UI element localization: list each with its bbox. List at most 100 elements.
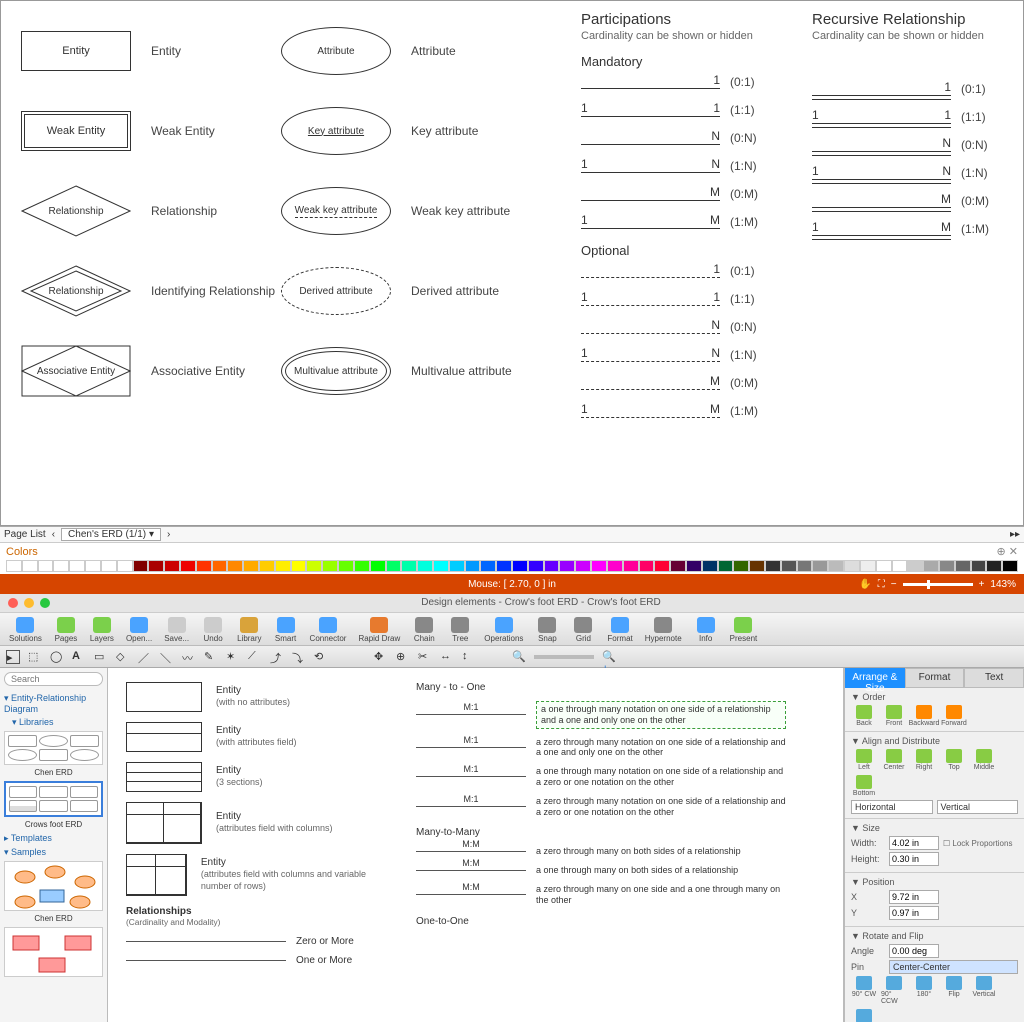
color-swatch[interactable] <box>765 560 781 572</box>
horizontal-button[interactable]: Horizontal <box>851 1009 877 1022</box>
toolbar-info-button[interactable]: Info <box>689 615 723 645</box>
color-swatch[interactable] <box>749 560 765 572</box>
crowsfoot-canvas[interactable]: Entity(with no attributes) Entity(with a… <box>108 668 844 1022</box>
vertical-select[interactable]: Vertical <box>937 800 1019 814</box>
color-swatch[interactable] <box>670 560 686 572</box>
tab-text[interactable]: Text <box>964 668 1024 688</box>
color-swatch[interactable] <box>718 560 734 572</box>
180--button[interactable]: 180° <box>911 976 937 1005</box>
color-swatch[interactable] <box>38 560 54 572</box>
color-swatch-strip[interactable] <box>0 560 1024 574</box>
horizontal-select[interactable]: Horizontal <box>851 800 933 814</box>
toolbar-connector-button[interactable]: Connector <box>305 615 352 645</box>
one-or-more-line[interactable]: One or More <box>126 955 386 966</box>
color-swatch[interactable] <box>971 560 987 572</box>
chen-erd-canvas[interactable]: Entity Entity Attribute Attribute Weak E… <box>0 0 1024 526</box>
toolbar-layers-button[interactable]: Layers <box>85 615 119 645</box>
color-swatch[interactable] <box>797 560 813 572</box>
toolbar-snap-button[interactable]: Snap <box>530 615 564 645</box>
toolbar-solutions-button[interactable]: Solutions <box>4 615 47 645</box>
panel-tabs[interactable]: Arrange & Size Format Text <box>845 668 1024 688</box>
color-swatch[interactable] <box>844 560 860 572</box>
front-button[interactable]: Front <box>881 705 907 727</box>
color-swatch[interactable] <box>354 560 370 572</box>
vertical-button[interactable]: Vertical <box>971 976 997 1005</box>
color-swatch[interactable] <box>196 560 212 572</box>
toolbar-present-button[interactable]: Present <box>725 615 763 645</box>
backward-button[interactable]: Backward <box>911 705 937 727</box>
color-swatch[interactable] <box>939 560 955 572</box>
x-input[interactable] <box>889 890 939 904</box>
cardinality-row[interactable]: 1 (0:1) <box>812 82 1003 96</box>
relationship-line[interactable]: M:M a zero through many on both sides of… <box>416 846 825 857</box>
color-swatch[interactable] <box>243 560 259 572</box>
sidebar-libraries[interactable]: ▾ Libraries <box>4 717 103 728</box>
relationship-line[interactable]: M:1 a one through many notation on one s… <box>416 766 825 788</box>
color-swatch[interactable] <box>227 560 243 572</box>
color-swatch[interactable] <box>876 560 892 572</box>
color-swatch[interactable] <box>148 560 164 572</box>
cardinality-row[interactable]: N (0:N) <box>581 131 772 145</box>
color-swatch[interactable] <box>85 560 101 572</box>
attribute-shape[interactable]: Attribute <box>281 27 391 75</box>
bottom-button[interactable]: Bottom <box>851 775 877 797</box>
cardinality-row[interactable]: N (0:N) <box>812 138 1003 152</box>
color-swatch[interactable] <box>923 560 939 572</box>
color-swatch[interactable] <box>133 560 149 572</box>
color-swatch[interactable] <box>512 560 528 572</box>
color-swatch[interactable] <box>496 560 512 572</box>
page-prev-button[interactable]: ‹ <box>52 529 55 540</box>
color-swatch[interactable] <box>607 560 623 572</box>
color-swatch[interactable] <box>654 560 670 572</box>
color-swatch[interactable] <box>22 560 38 572</box>
relationship-line[interactable]: M:M a one through many on both sides of … <box>416 865 825 876</box>
color-swatch[interactable] <box>180 560 196 572</box>
toolbar-rapid-draw-button[interactable]: Rapid Draw <box>353 615 405 645</box>
width-input[interactable] <box>889 836 939 850</box>
back-button[interactable]: Back <box>851 705 877 727</box>
color-swatch[interactable] <box>828 560 844 572</box>
relationship-line[interactable]: M:1 a one through many notation on one s… <box>416 701 825 729</box>
color-swatch[interactable] <box>781 560 797 572</box>
cardinality-row[interactable]: 1 (0:1) <box>581 264 772 278</box>
color-swatch[interactable] <box>417 560 433 572</box>
color-swatch[interactable] <box>259 560 275 572</box>
zoom-out-icon[interactable]: 🔍− <box>512 650 526 664</box>
color-swatch[interactable] <box>291 560 307 572</box>
associative-entity-shape[interactable]: Associative Entity <box>21 345 131 397</box>
identifying-relationship-shape[interactable]: Relationship <box>21 265 131 317</box>
color-swatch[interactable] <box>275 560 291 572</box>
search-input[interactable] <box>4 672 103 686</box>
color-swatch[interactable] <box>401 560 417 572</box>
zoom-in-icon[interactable]: 🔍+ <box>602 650 616 664</box>
color-swatch[interactable] <box>639 560 655 572</box>
cardinality-row[interactable]: 1N (1:N) <box>581 348 772 362</box>
color-swatch[interactable] <box>1002 560 1018 572</box>
toolbar-operations-button[interactable]: Operations <box>479 615 528 645</box>
entity-stencil[interactable]: Entity(3 sections) <box>126 762 386 792</box>
toolbar-format-button[interactable]: Format <box>602 615 637 645</box>
cardinality-row[interactable]: 11 (1:1) <box>581 103 772 117</box>
entity-stencil[interactable]: Entity(with no attributes) <box>126 682 386 712</box>
color-swatch[interactable] <box>907 560 923 572</box>
crowsfoot-library[interactable] <box>4 781 103 817</box>
cardinality-row[interactable]: 1N (1:N) <box>812 166 1003 180</box>
90-ccw-button[interactable]: 90° CCW <box>881 976 907 1005</box>
chen-erd-library[interactable] <box>4 731 103 765</box>
sidebar-templates[interactable]: ▸ Templates <box>4 833 103 844</box>
page-select[interactable]: Chen's ERD (1/1)▾ <box>61 528 161 541</box>
sidebar-samples[interactable]: ▾ Samples <box>4 847 103 858</box>
height-input[interactable] <box>889 852 939 866</box>
color-swatch[interactable] <box>69 560 85 572</box>
entity-stencil[interactable]: Entity(with attributes field) <box>126 722 386 752</box>
toolbar-hypernote-button[interactable]: Hypernote <box>640 615 687 645</box>
center-button[interactable]: Center <box>881 749 907 771</box>
color-swatch[interactable] <box>591 560 607 572</box>
y-input[interactable] <box>889 906 939 920</box>
cardinality-row[interactable]: M (0:M) <box>581 376 772 390</box>
zero-or-more-line[interactable]: Zero or More <box>126 936 386 947</box>
cardinality-row[interactable]: 11 (1:1) <box>581 292 772 306</box>
color-swatch[interactable] <box>101 560 117 572</box>
sample-thumb-2[interactable] <box>4 927 103 977</box>
cardinality-row[interactable]: M (0:M) <box>812 194 1003 208</box>
